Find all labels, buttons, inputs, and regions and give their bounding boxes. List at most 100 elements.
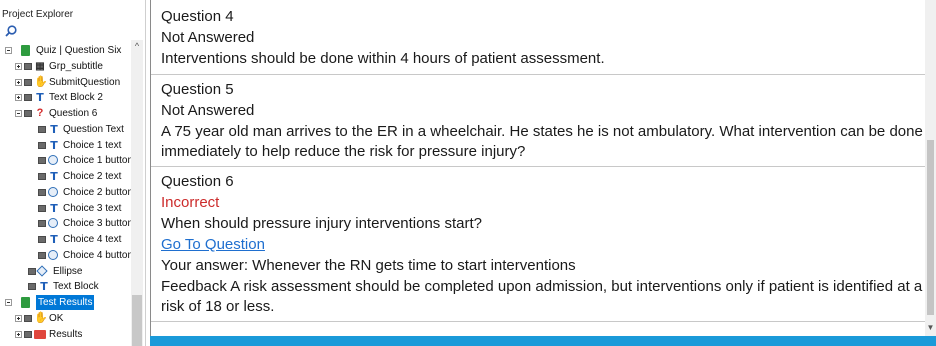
tree-item-label: SubmitQuestion xyxy=(49,76,121,88)
visibility-icon[interactable] xyxy=(38,188,46,196)
group-icon: ▦ xyxy=(35,60,45,72)
search-icon[interactable] xyxy=(5,25,17,37)
visibility-icon[interactable] xyxy=(24,330,32,338)
your-answer-text: Your answer: Whenever the RN gets time t… xyxy=(161,257,576,274)
question-title: Question 5 xyxy=(161,81,234,98)
visibility-icon[interactable] xyxy=(24,94,32,102)
tree-item[interactable]: ✋ OK xyxy=(0,311,131,326)
page-icon xyxy=(21,297,30,308)
visibility-icon[interactable] xyxy=(24,314,32,322)
results-content: Question 4 Not Answered Interventions sh… xyxy=(150,0,926,336)
visibility-icon[interactable] xyxy=(38,220,46,228)
tree-item[interactable]: T Choice 3 text xyxy=(0,201,131,216)
tree-item[interactable]: T Text Block xyxy=(0,279,131,294)
radio-icon xyxy=(48,218,58,229)
bottom-accent-bar xyxy=(150,336,936,346)
tree-item[interactable]: Choice 1 button xyxy=(0,153,131,168)
visibility-icon[interactable] xyxy=(24,78,32,86)
go-to-question-link[interactable]: Go To Question xyxy=(161,234,265,255)
visibility-icon[interactable] xyxy=(38,157,46,165)
project-explorer: Project Explorer Quiz | Question Six ▦ Grp… xyxy=(0,0,146,346)
expand-icon[interactable] xyxy=(15,62,22,70)
question-status: Not Answered xyxy=(161,29,255,46)
question-text: When should pressure injury intervention… xyxy=(161,215,482,232)
text-icon: T xyxy=(36,91,44,105)
visibility-icon[interactable] xyxy=(38,251,46,259)
visibility-icon[interactable] xyxy=(38,173,46,180)
collapse-icon[interactable] xyxy=(15,110,22,117)
tree-scrollbar[interactable]: ^ xyxy=(131,40,143,346)
tree-item[interactable]: T Question Text xyxy=(0,122,131,137)
tree-item[interactable]: Choice 2 button xyxy=(0,185,131,200)
question-status-incorrect: Incorrect xyxy=(161,194,220,211)
tree-item-label: Choice 1 text xyxy=(63,139,122,151)
tree-item-label: Test Results xyxy=(36,295,95,310)
tree-item[interactable]: Ellipse xyxy=(0,264,131,279)
collapse-icon[interactable] xyxy=(5,47,12,54)
tree-item-label: Choice 1 button xyxy=(63,155,131,167)
feedback-text: Feedback A risk assessment should be com… xyxy=(161,278,923,315)
visibility-icon[interactable] xyxy=(24,110,32,117)
visibility-icon[interactable] xyxy=(38,141,46,149)
expand-icon[interactable] xyxy=(15,330,22,338)
text-icon: T xyxy=(50,233,58,246)
tree-item-label: OK xyxy=(49,312,64,324)
text-icon: T xyxy=(50,138,58,152)
tree-item-label: Choice 4 button xyxy=(63,249,131,261)
tree-item[interactable]: T Choice 4 text xyxy=(0,232,131,247)
tree-item-label: Choice 3 button xyxy=(63,218,131,230)
visibility-icon[interactable] xyxy=(38,236,46,243)
visibility-icon[interactable] xyxy=(28,267,36,275)
tree-item[interactable]: T Choice 1 text xyxy=(0,138,131,153)
button-icon: ✋ xyxy=(34,311,48,324)
tree-item[interactable]: ? Question 6 xyxy=(0,106,131,121)
tree-item-label: Text Block xyxy=(53,281,99,293)
tree-item[interactable]: Choice 3 button xyxy=(0,216,131,231)
tree-item[interactable]: T Choice 2 text xyxy=(0,169,131,184)
question-4-block: Question 4 Not Answered Interventions sh… xyxy=(151,0,926,75)
radio-icon xyxy=(48,186,58,197)
tree-item[interactable]: ▦ Grp_subtitle xyxy=(0,59,131,74)
expand-icon[interactable] xyxy=(15,78,22,86)
scroll-up-icon[interactable]: ^ xyxy=(131,41,143,51)
tree-scroll-thumb[interactable] xyxy=(132,295,142,346)
tree-item-label: Text Block 2 xyxy=(49,92,103,104)
tree-item[interactable]: Test Results xyxy=(0,295,131,310)
radio-icon xyxy=(48,155,58,166)
text-icon: T xyxy=(50,201,58,215)
diamond-icon xyxy=(36,264,48,277)
tree-item[interactable]: Choice 4 button xyxy=(0,248,131,263)
visibility-icon[interactable] xyxy=(38,125,46,133)
question-6-block: Question 6 Incorrect When should pressur… xyxy=(151,167,926,322)
visibility-icon[interactable] xyxy=(38,204,46,212)
expand-icon[interactable] xyxy=(15,314,22,322)
question-title: Question 4 xyxy=(161,8,234,25)
tree-item-label: Choice 2 text xyxy=(63,171,122,182)
content-scrollbar[interactable]: ▼ xyxy=(925,0,936,336)
visibility-icon[interactable] xyxy=(28,283,36,291)
tree-item-label: Question Text xyxy=(63,123,124,135)
tree-item-label: Grp_subtitle xyxy=(49,60,103,72)
radio-icon xyxy=(48,249,58,260)
tree-item-label: Ellipse xyxy=(53,265,83,277)
collapse-icon[interactable] xyxy=(5,299,12,306)
scroll-down-icon[interactable]: ▼ xyxy=(925,322,936,334)
expand-icon[interactable] xyxy=(15,94,22,102)
tree-item[interactable]: T Text Block 2 xyxy=(0,90,131,105)
tree-item[interactable]: Quiz | Question Six xyxy=(0,43,131,58)
tree-item-label: Results xyxy=(49,328,83,340)
tree-item-label: Choice 4 text xyxy=(63,234,122,245)
tree-item-label: Quiz | Question Six xyxy=(36,45,122,56)
tree-item[interactable]: Results xyxy=(0,327,131,342)
explorer-title: Project Explorer xyxy=(2,9,74,20)
question-icon: ? xyxy=(36,107,44,119)
results-icon xyxy=(34,329,46,339)
visibility-icon[interactable] xyxy=(24,62,32,70)
text-icon: T xyxy=(40,280,48,294)
content-scroll-thumb[interactable] xyxy=(927,140,934,315)
tree-item-label: Choice 3 text xyxy=(63,202,122,214)
question-text: Interventions should be done within 4 ho… xyxy=(161,50,605,67)
page-icon xyxy=(21,45,30,56)
question-title: Question 6 xyxy=(161,173,234,190)
tree-item[interactable]: ✋ SubmitQuestion xyxy=(0,75,131,90)
